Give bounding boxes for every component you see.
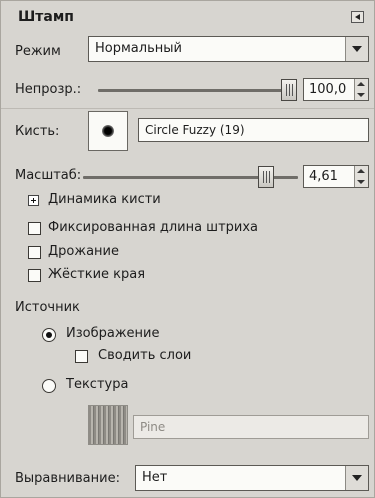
- panel-titlebar: Штамп: [1, 7, 374, 27]
- scale-label: Масштаб:: [15, 168, 82, 183]
- hard-edges-label[interactable]: Жёсткие края: [48, 267, 145, 283]
- opacity-label: Непрозр.:: [15, 82, 82, 97]
- opacity-slider-thumb[interactable]: [281, 79, 297, 101]
- source-pattern-radio[interactable]: [42, 379, 56, 393]
- panel-menu-icon[interactable]: [351, 11, 364, 23]
- brush-name: Circle Fuzzy (19): [145, 123, 245, 137]
- chevron-down-icon[interactable]: [345, 37, 368, 61]
- hard-edges-checkbox[interactable]: [28, 269, 41, 282]
- fixed-stroke-length-label[interactable]: Фиксированная длина штриха: [48, 220, 258, 236]
- pattern-preview-button[interactable]: [88, 405, 128, 445]
- opacity-slider-track[interactable]: [98, 89, 294, 92]
- spin-arrows-icon[interactable]: [354, 166, 368, 187]
- spin-arrows-icon[interactable]: [354, 79, 368, 100]
- mode-select[interactable]: Нормальный: [88, 36, 369, 62]
- brush-name-field[interactable]: Circle Fuzzy (19): [138, 118, 369, 142]
- panel-title: Штамп: [18, 9, 74, 25]
- source-image-radio[interactable]: [42, 328, 56, 342]
- merge-layers-checkbox[interactable]: [75, 350, 88, 363]
- mode-select-value: Нормальный: [95, 41, 182, 56]
- merge-layers-label[interactable]: Сводить слои: [98, 348, 191, 364]
- divider: [1, 108, 374, 109]
- scale-slider-thumb[interactable]: [258, 166, 274, 188]
- pattern-name-field[interactable]: Pine: [133, 415, 369, 439]
- source-pattern-label[interactable]: Текстура: [66, 377, 128, 393]
- mode-label: Режим: [15, 44, 61, 59]
- clone-tool-options-panel: Штамп Режим Нормальный Непрозр.: 100,0 К…: [0, 0, 375, 498]
- scale-value: 4,61: [309, 169, 338, 184]
- brush-preview-button[interactable]: [88, 111, 128, 151]
- brush-label: Кисть:: [15, 124, 60, 139]
- chevron-down-icon[interactable]: [345, 466, 368, 490]
- alignment-select[interactable]: Нет: [135, 465, 369, 491]
- pattern-name: Pine: [140, 420, 166, 434]
- brush-dynamics-label[interactable]: Динамика кисти: [48, 192, 161, 208]
- expander-plus-icon[interactable]: [28, 195, 39, 206]
- source-image-label[interactable]: Изображение: [66, 326, 159, 342]
- alignment-label: Выравнивание:: [15, 471, 120, 486]
- fixed-stroke-length-checkbox[interactable]: [28, 222, 41, 235]
- scale-spinbutton[interactable]: 4,61: [303, 165, 369, 188]
- jitter-label[interactable]: Дрожание: [48, 244, 119, 260]
- opacity-spinbutton[interactable]: 100,0: [303, 78, 369, 101]
- jitter-checkbox[interactable]: [28, 246, 41, 259]
- brush-shape-icon: [102, 125, 114, 137]
- source-label: Источник: [15, 300, 80, 315]
- alignment-select-value: Нет: [142, 470, 168, 485]
- opacity-value: 100,0: [309, 82, 347, 97]
